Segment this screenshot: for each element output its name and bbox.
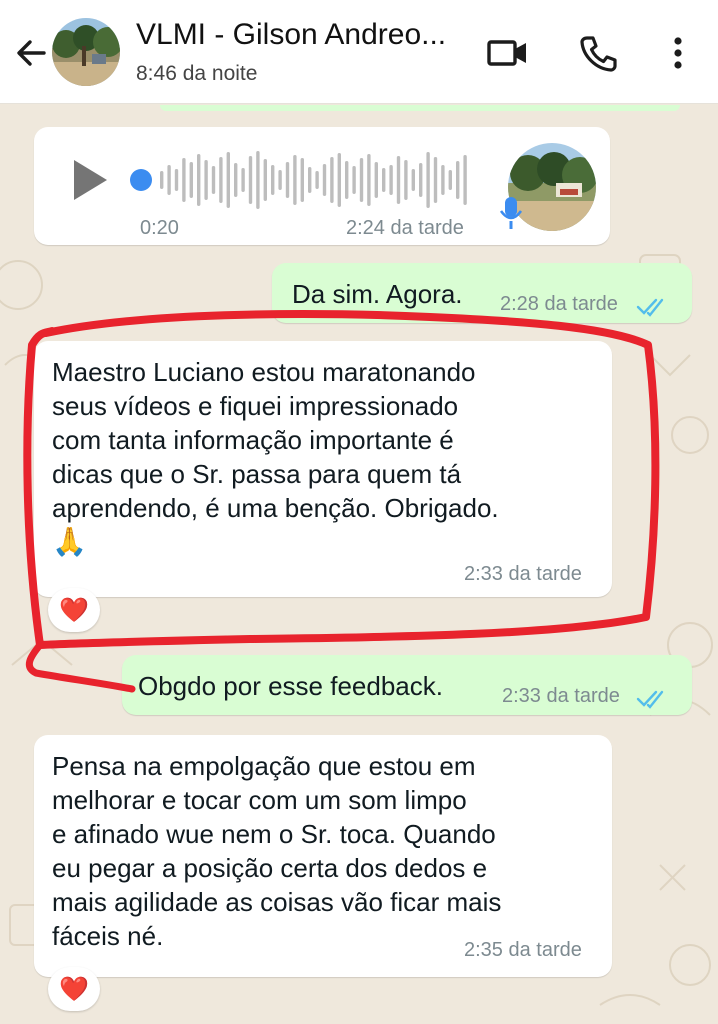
waveform-bar xyxy=(322,164,327,196)
waveform-bar xyxy=(226,152,230,208)
waveform-bar xyxy=(182,158,186,202)
voice-message-bubble[interactable]: 0:20 2:24 da tarde xyxy=(34,127,610,245)
message-time: 2:35 da tarde xyxy=(464,939,582,961)
waveform-bar xyxy=(278,170,282,190)
waveform-bar xyxy=(433,157,438,203)
message-line: seus vídeos e fiquei impressionado xyxy=(52,391,459,421)
waveform-bar xyxy=(308,167,312,193)
waveform-bar xyxy=(315,171,319,189)
waveform-bar xyxy=(374,162,378,198)
waveform-bar xyxy=(456,161,460,199)
outgoing-message-bubble[interactable]: Da sim. Agora. 2:28 da tarde xyxy=(272,263,692,323)
voice-duration: 0:20 xyxy=(140,217,179,239)
chat-header: VLMI - Gilson Andreo... 8:46 da noite xyxy=(0,0,718,104)
waveform-bar xyxy=(293,155,297,205)
waveform-bar xyxy=(248,156,253,204)
waveform-bar xyxy=(359,158,364,202)
chat-area[interactable]: 0:20 2:24 da tarde Da sim. Agora. 2:28 d… xyxy=(0,105,718,1024)
message-text: Obgdo por esse feedback. xyxy=(138,671,443,701)
waveform-bar xyxy=(404,160,408,200)
message-time: 2:33 da tarde xyxy=(464,563,582,585)
waveform-bar xyxy=(167,165,171,195)
voice-progress-dot[interactable] xyxy=(128,167,154,193)
waveform-bar xyxy=(300,158,304,202)
play-icon[interactable] xyxy=(70,157,110,203)
last-seen-status: 8:46 da noite xyxy=(136,62,258,85)
waveform-bar xyxy=(241,168,245,192)
message-line: mais agilidade as coisas vão ficar mais xyxy=(52,887,502,917)
message-text: Pensa na empolgação que estou em melhora… xyxy=(52,749,501,953)
previous-outgoing-bubble-edge xyxy=(160,105,680,111)
message-text: Da sim. Agora. xyxy=(292,279,463,309)
voice-waveform[interactable] xyxy=(158,149,478,211)
message-line: fáceis né. xyxy=(52,921,164,951)
waveform-bar xyxy=(345,161,349,199)
waveform-bar xyxy=(256,151,260,209)
waveform-bar xyxy=(197,154,201,206)
contact-avatar[interactable] xyxy=(52,18,120,86)
message-line: Maestro Luciano estou maratonando xyxy=(52,357,476,387)
message-line: e afinado wue nem o Sr. toca. Quando xyxy=(52,819,496,849)
more-vert-icon[interactable] xyxy=(660,32,696,74)
message-line: dicas que o Sr. passa para quem tá xyxy=(52,459,462,489)
message-line: eu pegar a posição certa dos dedos e xyxy=(52,853,488,883)
message-line: melhorar e tocar com um som limpo xyxy=(52,785,467,815)
heart-reaction-badge[interactable]: ❤️ xyxy=(48,588,100,632)
waveform-bar xyxy=(160,171,164,189)
waveform-bar xyxy=(426,152,430,208)
phone-icon[interactable] xyxy=(576,32,620,74)
waveform-bar xyxy=(448,170,452,190)
waveform-bar xyxy=(234,163,238,197)
message-line: com tanta informação importante é xyxy=(52,425,454,455)
waveform-bar xyxy=(396,156,401,204)
waveform-bar xyxy=(211,166,216,194)
incoming-message-bubble[interactable]: Pensa na empolgação que estou em melhora… xyxy=(34,735,612,977)
incoming-message-bubble[interactable]: Maestro Luciano estou maratonando seus v… xyxy=(34,341,612,597)
waveform-bar xyxy=(382,168,386,192)
message-time: 2:28 da tarde xyxy=(500,293,618,315)
waveform-bar xyxy=(271,165,275,195)
outgoing-message-bubble[interactable]: Obgdo por esse feedback. 2:33 da tarde xyxy=(122,655,692,715)
waveform-bar xyxy=(219,157,223,203)
heart-reaction-badge[interactable]: ❤️ xyxy=(48,967,100,1011)
read-ticks-icon xyxy=(636,298,664,317)
message-time: 2:33 da tarde xyxy=(502,685,620,707)
waveform-bar xyxy=(337,153,341,207)
waveform-bar xyxy=(189,162,193,198)
message-line: Pensa na empolgação que estou em xyxy=(52,751,476,781)
microphone-icon xyxy=(499,197,523,229)
waveform-bar xyxy=(419,163,423,197)
message-line: aprendendo, é uma benção. Obrigado. xyxy=(52,493,499,523)
chat-title[interactable]: VLMI - Gilson Andreo... xyxy=(136,18,466,52)
waveform-bar xyxy=(411,169,415,191)
video-call-icon[interactable] xyxy=(486,34,530,72)
read-ticks-icon xyxy=(636,690,664,709)
waveform-bar xyxy=(463,155,467,205)
waveform-bar xyxy=(352,166,356,194)
message-time: 2:24 da tarde xyxy=(346,217,464,239)
waveform-bar xyxy=(389,165,393,195)
waveform-bar xyxy=(330,157,334,203)
waveform-bar xyxy=(263,159,267,201)
waveform-bar xyxy=(441,165,445,195)
waveform-bar xyxy=(174,169,179,191)
waveform-bar xyxy=(285,162,290,198)
waveform-bar xyxy=(204,160,208,200)
message-text: Maestro Luciano estou maratonando seus v… xyxy=(52,355,499,559)
waveform-bar xyxy=(367,154,371,206)
back-arrow-icon[interactable] xyxy=(10,32,52,74)
praying-hands-emoji: 🙏 xyxy=(52,526,87,557)
